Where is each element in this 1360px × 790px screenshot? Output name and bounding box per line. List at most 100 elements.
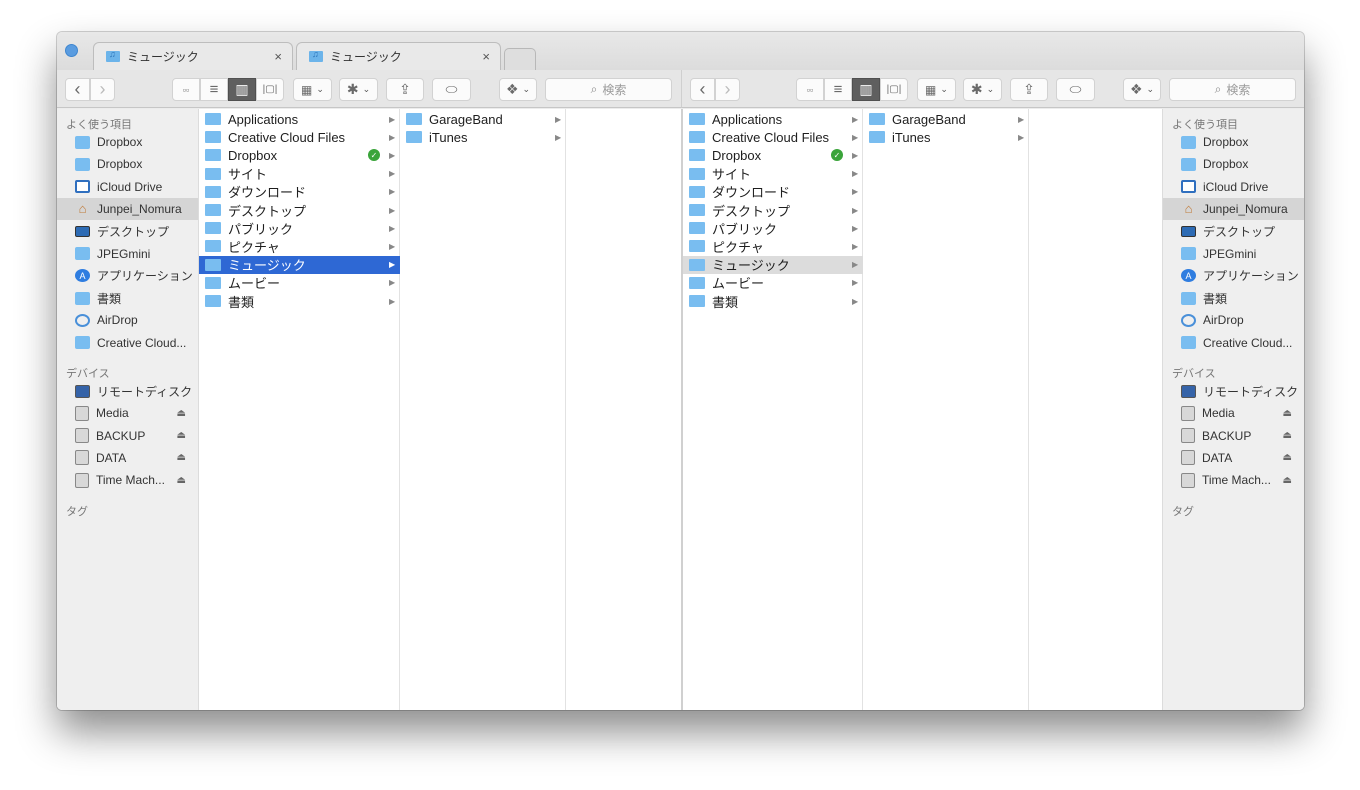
chevron-down-icon: ⌄ (986, 84, 995, 94)
eject-icon[interactable]: ⏏ (1283, 475, 1292, 486)
eject-icon[interactable]: ⏏ (177, 475, 186, 486)
eject-icon[interactable]: ⏏ (177, 452, 186, 463)
sidebar-item[interactable]: iCloud Drive (1163, 176, 1304, 198)
eject-icon[interactable]: ⏏ (177, 430, 186, 441)
folder-row[interactable]: ムービー ▶ (199, 274, 400, 292)
folder-row[interactable]: ダウンロード ▶ (199, 183, 400, 201)
folder-row[interactable]: ミュージック ▶ (683, 255, 863, 274)
folder-row[interactable]: iTunes ▶ (400, 128, 566, 146)
search-field[interactable]: ⌕ 検索 (1169, 78, 1296, 101)
sidebar-item-label: Dropbox (1203, 157, 1249, 172)
sidebar-item[interactable]: AirDrop (57, 309, 198, 331)
folder-row[interactable]: パブリック ▶ (199, 219, 400, 237)
sidebar-device[interactable]: Time Mach... ⏏ (57, 469, 198, 491)
sidebar-item[interactable]: 書類 (57, 287, 198, 309)
coverflow-view-button[interactable]: |▢| (256, 78, 284, 101)
tab-close-icon[interactable]: × (482, 49, 490, 64)
column-view-button[interactable]: ▥ (228, 78, 256, 101)
sidebar-device[interactable]: Media ⏏ (57, 402, 198, 424)
share-button[interactable]: ⇪ (1010, 78, 1048, 101)
sidebar-item[interactable]: Dropbox (57, 153, 198, 175)
dropbox-button[interactable]: ❖ ⌄ (499, 78, 537, 101)
sidebar-item[interactable]: AirDrop (1163, 309, 1304, 331)
icon-view-button[interactable]: ▫▫ (796, 78, 824, 101)
sidebar-item[interactable]: 書類 (1163, 287, 1304, 309)
sidebar-item[interactable]: Creative Cloud... (1163, 332, 1304, 354)
sidebar-device[interactable]: Time Mach... ⏏ (1163, 469, 1304, 491)
folder-row[interactable]: ミュージック ▶ (199, 255, 400, 274)
folder-row[interactable]: サイト ▶ (683, 165, 863, 183)
sidebar-item[interactable]: JPEGmini (57, 243, 198, 265)
folder-row[interactable]: Dropbox ✓ ▶ (199, 146, 400, 164)
back-button[interactable]: ‹ (65, 78, 90, 101)
sidebar-device[interactable]: DATA ⏏ (57, 447, 198, 469)
share-button[interactable]: ⇪ (386, 78, 424, 101)
sidebar-item[interactable]: A アプリケーション (1163, 265, 1304, 287)
sidebar-device[interactable]: BACKUP ⏏ (1163, 425, 1304, 447)
sidebar-item[interactable]: Dropbox (1163, 131, 1304, 153)
column-view-button[interactable]: ▥ (852, 78, 880, 101)
action-button[interactable]: ✱ ⌄ (963, 78, 1002, 101)
back-button[interactable]: ‹ (690, 78, 715, 101)
folder-row[interactable]: iTunes ▶ (863, 128, 1029, 146)
folder-row[interactable]: パブリック ▶ (683, 219, 863, 237)
tag-button[interactable]: ⬭ (432, 78, 471, 101)
folder-row[interactable]: 書類 ▶ (683, 292, 863, 310)
new-tab-button[interactable] (504, 48, 536, 70)
folder-row[interactable]: ピクチャ ▶ (199, 237, 400, 255)
icon-view-button[interactable]: ▫▫ (172, 78, 200, 101)
sidebar-device[interactable]: Media ⏏ (1163, 402, 1304, 424)
folder-row[interactable]: Dropbox ✓ ▶ (683, 146, 863, 164)
sidebar-device[interactable]: リモートディスク (1163, 380, 1304, 402)
tab-music-right[interactable]: ミュージック × (296, 42, 501, 70)
list-view-button[interactable]: ≡ (824, 78, 852, 101)
list-view-button[interactable]: ≡ (200, 78, 228, 101)
folder-row[interactable]: サイト ▶ (199, 165, 400, 183)
sidebar-item[interactable]: デスクトップ (1163, 220, 1304, 242)
sidebar-item-label: アプリケーション (97, 269, 193, 284)
folder-row[interactable]: GarageBand ▶ (400, 110, 566, 128)
arrange-button[interactable]: ▦ ⌄ (917, 78, 956, 101)
folder-row[interactable]: Creative Cloud Files ▶ (683, 128, 863, 146)
sidebar-item[interactable]: デスクトップ (57, 220, 198, 242)
coverflow-view-button[interactable]: |▢| (880, 78, 908, 101)
folder-row[interactable]: Applications ▶ (199, 110, 400, 128)
folder-row[interactable]: Applications ▶ (683, 110, 863, 128)
folder-row[interactable]: ピクチャ ▶ (683, 237, 863, 255)
window-close-button[interactable] (65, 44, 78, 57)
eject-icon[interactable]: ⏏ (1283, 430, 1292, 441)
sidebar-item[interactable]: A アプリケーション (57, 265, 198, 287)
eject-icon[interactable]: ⏏ (1283, 452, 1292, 463)
folder-row[interactable]: ダウンロード ▶ (683, 183, 863, 201)
sidebar-device[interactable]: リモートディスク (57, 380, 198, 402)
dropbox-button[interactable]: ❖ ⌄ (1123, 78, 1161, 101)
sidebar-item[interactable]: Creative Cloud... (57, 332, 198, 354)
disclosure-arrow-icon: ▶ (852, 278, 859, 288)
folder-row[interactable]: 書類 ▶ (199, 292, 400, 310)
tab-music-left[interactable]: ミュージック × (93, 42, 293, 70)
folder-row[interactable]: Creative Cloud Files ▶ (199, 128, 400, 146)
folder-row[interactable]: GarageBand ▶ (863, 110, 1029, 128)
sidebar-device[interactable]: BACKUP ⏏ (57, 425, 198, 447)
eject-icon[interactable]: ⏏ (177, 408, 186, 419)
sidebar-item[interactable]: Dropbox (57, 131, 198, 153)
eject-icon[interactable]: ⏏ (1283, 408, 1292, 419)
search-field[interactable]: ⌕ 検索 (545, 78, 672, 101)
folder-row[interactable]: ムービー ▶ (683, 274, 863, 292)
tab-close-icon[interactable]: × (274, 49, 282, 64)
sidebar-item[interactable]: ⌂ Junpei_Nomura (57, 197, 198, 220)
sidebar-item[interactable]: Dropbox (1163, 153, 1304, 175)
disclosure-arrow-icon: ▶ (389, 296, 396, 306)
action-button[interactable]: ✱ ⌄ (339, 78, 378, 101)
sidebar-item[interactable]: iCloud Drive (57, 176, 198, 198)
folder-row[interactable]: デスクトップ ▶ (683, 201, 863, 219)
forward-button[interactable]: › (90, 78, 115, 101)
sidebar-item[interactable]: ⌂ Junpei_Nomura (1163, 197, 1304, 220)
tags-header: タグ (1172, 506, 1194, 518)
sidebar-item[interactable]: JPEGmini (1163, 243, 1304, 265)
forward-button[interactable]: › (715, 78, 740, 101)
arrange-button[interactable]: ▦ ⌄ (293, 78, 332, 101)
folder-row[interactable]: デスクトップ ▶ (199, 201, 400, 219)
sidebar-device[interactable]: DATA ⏏ (1163, 447, 1304, 469)
tag-button[interactable]: ⬭ (1056, 78, 1095, 101)
